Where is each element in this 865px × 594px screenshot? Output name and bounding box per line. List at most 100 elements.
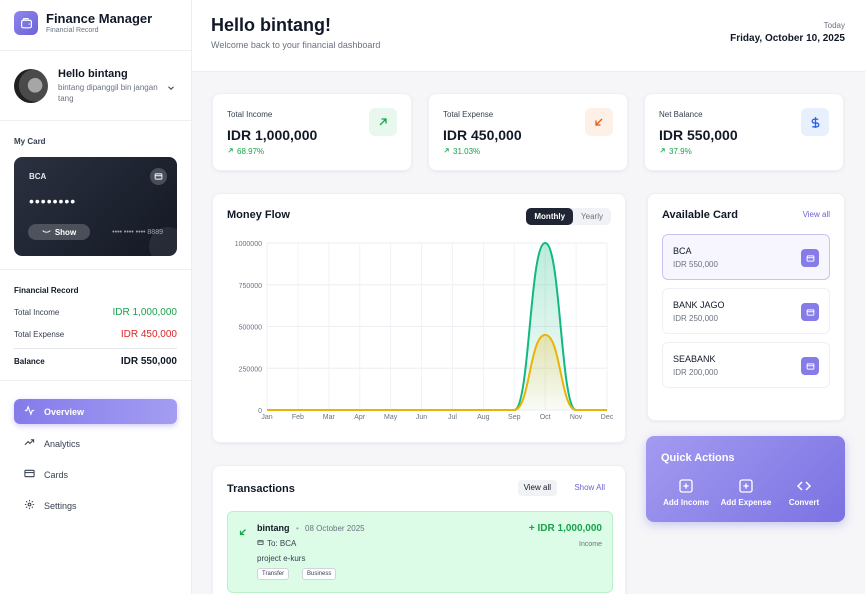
x-tick-label: Dec [601, 414, 614, 421]
transaction-name: bintang [257, 523, 290, 533]
today-label: Today [823, 21, 845, 30]
add-income-button[interactable]: Add Income [656, 478, 716, 507]
nav-label: Overview [44, 406, 85, 417]
x-tick-label: Aug [477, 414, 490, 421]
x-tick-label: Jul [448, 414, 457, 421]
activity-icon [24, 405, 35, 418]
card-icon [257, 539, 264, 548]
total-income-label: Total Income [14, 308, 60, 317]
financial-record-title: Financial Record [14, 286, 79, 295]
stat-change-value: 68.97% [237, 147, 265, 156]
sidebar: Finance Manager Financial Record Hello b… [0, 0, 192, 594]
transaction-tag: Business [302, 568, 337, 580]
available-card-panel: Available Card View all BCA IDR 550,000 … [647, 193, 845, 421]
nav-item-settings[interactable]: Settings [14, 493, 177, 518]
my-card-label: My Card [14, 137, 46, 146]
account-name: SEABANK [673, 354, 716, 364]
divider [0, 50, 191, 51]
divider [0, 269, 191, 270]
credit-card-icon [24, 468, 35, 481]
app-title: Finance Manager [46, 11, 153, 26]
wallet-icon [14, 11, 38, 35]
account-name: BCA [673, 246, 692, 256]
arrow-down-left-icon [585, 108, 613, 136]
stat-value: IDR 1,000,000 [227, 127, 318, 143]
arrow-up-right-icon [369, 108, 397, 136]
account-balance: IDR 250,000 [673, 314, 718, 323]
net-balance-card: Net Balance IDR 550,000 37.9% [644, 93, 844, 171]
arrow-up-right-icon [443, 147, 450, 156]
nav-item-analytics[interactable]: Analytics [14, 431, 177, 456]
transaction-destination: To: BCA [257, 539, 296, 548]
money-flow-card: Money Flow Monthly Yearly 1000000 750000 5… [212, 193, 626, 443]
eye-icon [42, 228, 51, 237]
transaction-row[interactable]: bintang • 08 October 2025 To: BCA projec… [227, 511, 613, 593]
nav-item-overview[interactable]: Overview [14, 399, 177, 424]
x-tick-label: Apr [354, 414, 366, 421]
account-balance: IDR 200,000 [673, 368, 718, 377]
y-tick-label: 250000 [239, 366, 262, 373]
view-all-transactions-button[interactable]: View all [517, 480, 557, 496]
stat-label: Net Balance [659, 110, 703, 119]
total-expense-label: Total Expense [14, 330, 65, 339]
show-all-transactions-button[interactable]: Show All [568, 480, 611, 496]
profile-menu[interactable]: Hello bintang bintang dipanggil bin jang… [14, 66, 178, 106]
total-expense-card: Total Expense IDR 450,000 31.03% [428, 93, 628, 171]
total-income-card: Total Income IDR 1,000,000 68.97% [212, 93, 412, 171]
available-card-title: Available Card [662, 209, 739, 221]
stat-change-value: 31.03% [453, 147, 481, 156]
trending-up-icon [24, 437, 35, 450]
bank-card[interactable]: BCA •••••••• Show •••• •••• •••• 8889 [14, 157, 177, 256]
account-item-bank-jago[interactable]: BANK JAGO IDR 250,000 [662, 288, 830, 334]
x-tick-label: Mar [323, 414, 336, 421]
show-card-button[interactable]: Show [28, 224, 90, 240]
x-tick-label: Jan [261, 414, 272, 421]
brand[interactable]: Finance Manager Financial Record [14, 11, 152, 35]
transaction-tag: Transfer [257, 568, 290, 580]
stat-value: IDR 550,000 [659, 127, 738, 143]
stat-value: IDR 450,000 [443, 127, 522, 143]
card-masked-number: •••••••• [29, 193, 77, 209]
card-icon [150, 168, 167, 185]
account-item-bca[interactable]: BCA IDR 550,000 [662, 234, 830, 280]
y-tick-label: 1000000 [235, 241, 262, 248]
stat-change: 68.97% [227, 147, 264, 156]
quick-actions-title: Quick Actions [661, 452, 735, 464]
account-item-seabank[interactable]: SEABANK IDR 200,000 [662, 342, 830, 388]
app-subtitle: Financial Record [46, 27, 99, 34]
profile-description: bintang dipanggil bin jangan tang [58, 83, 158, 103]
convert-label: Convert [788, 498, 820, 507]
transaction-amount: + IDR 1,000,000 [528, 523, 602, 534]
x-tick-label: May [384, 414, 398, 421]
total-income-row: Total Income IDR 1,000,000 [14, 307, 177, 318]
convert-icon [796, 478, 812, 496]
y-tick-label: 750000 [239, 283, 262, 290]
x-tick-label: Jun [416, 414, 427, 421]
stat-label: Total Income [227, 110, 273, 119]
card-icon [801, 357, 819, 375]
total-expense-row: Total Expense IDR 450,000 [14, 329, 177, 340]
dollar-icon [801, 108, 829, 136]
plus-square-icon [738, 478, 754, 496]
add-income-label: Add Income [663, 498, 709, 507]
x-tick-label: Nov [570, 414, 583, 421]
transactions-title: Transactions [227, 483, 295, 495]
convert-button[interactable]: Convert [774, 478, 834, 507]
chevron-down-icon[interactable] [166, 80, 176, 98]
arrow-down-left-icon [238, 524, 248, 542]
add-expense-label: Add Expense [720, 498, 772, 507]
stat-change: 37.9% [659, 147, 692, 156]
balance-label: Balance [14, 357, 45, 366]
arrow-up-right-icon [659, 147, 666, 156]
card-bank-name: BCA [29, 172, 47, 181]
welcome-text: Welcome back to your financial dashboard [211, 40, 381, 50]
nav-item-cards[interactable]: Cards [14, 462, 177, 487]
transaction-to-label: To: BCA [267, 539, 297, 548]
x-tick-label: Feb [292, 414, 304, 421]
add-expense-button[interactable]: Add Expense [716, 478, 776, 507]
quick-actions-panel: Quick Actions Add Income Add Expense Con… [646, 436, 845, 522]
stat-change: 31.03% [443, 147, 480, 156]
nav-label: Analytics [44, 438, 81, 449]
stat-label: Total Expense [443, 110, 494, 119]
view-all-cards-link[interactable]: View all [803, 210, 830, 219]
